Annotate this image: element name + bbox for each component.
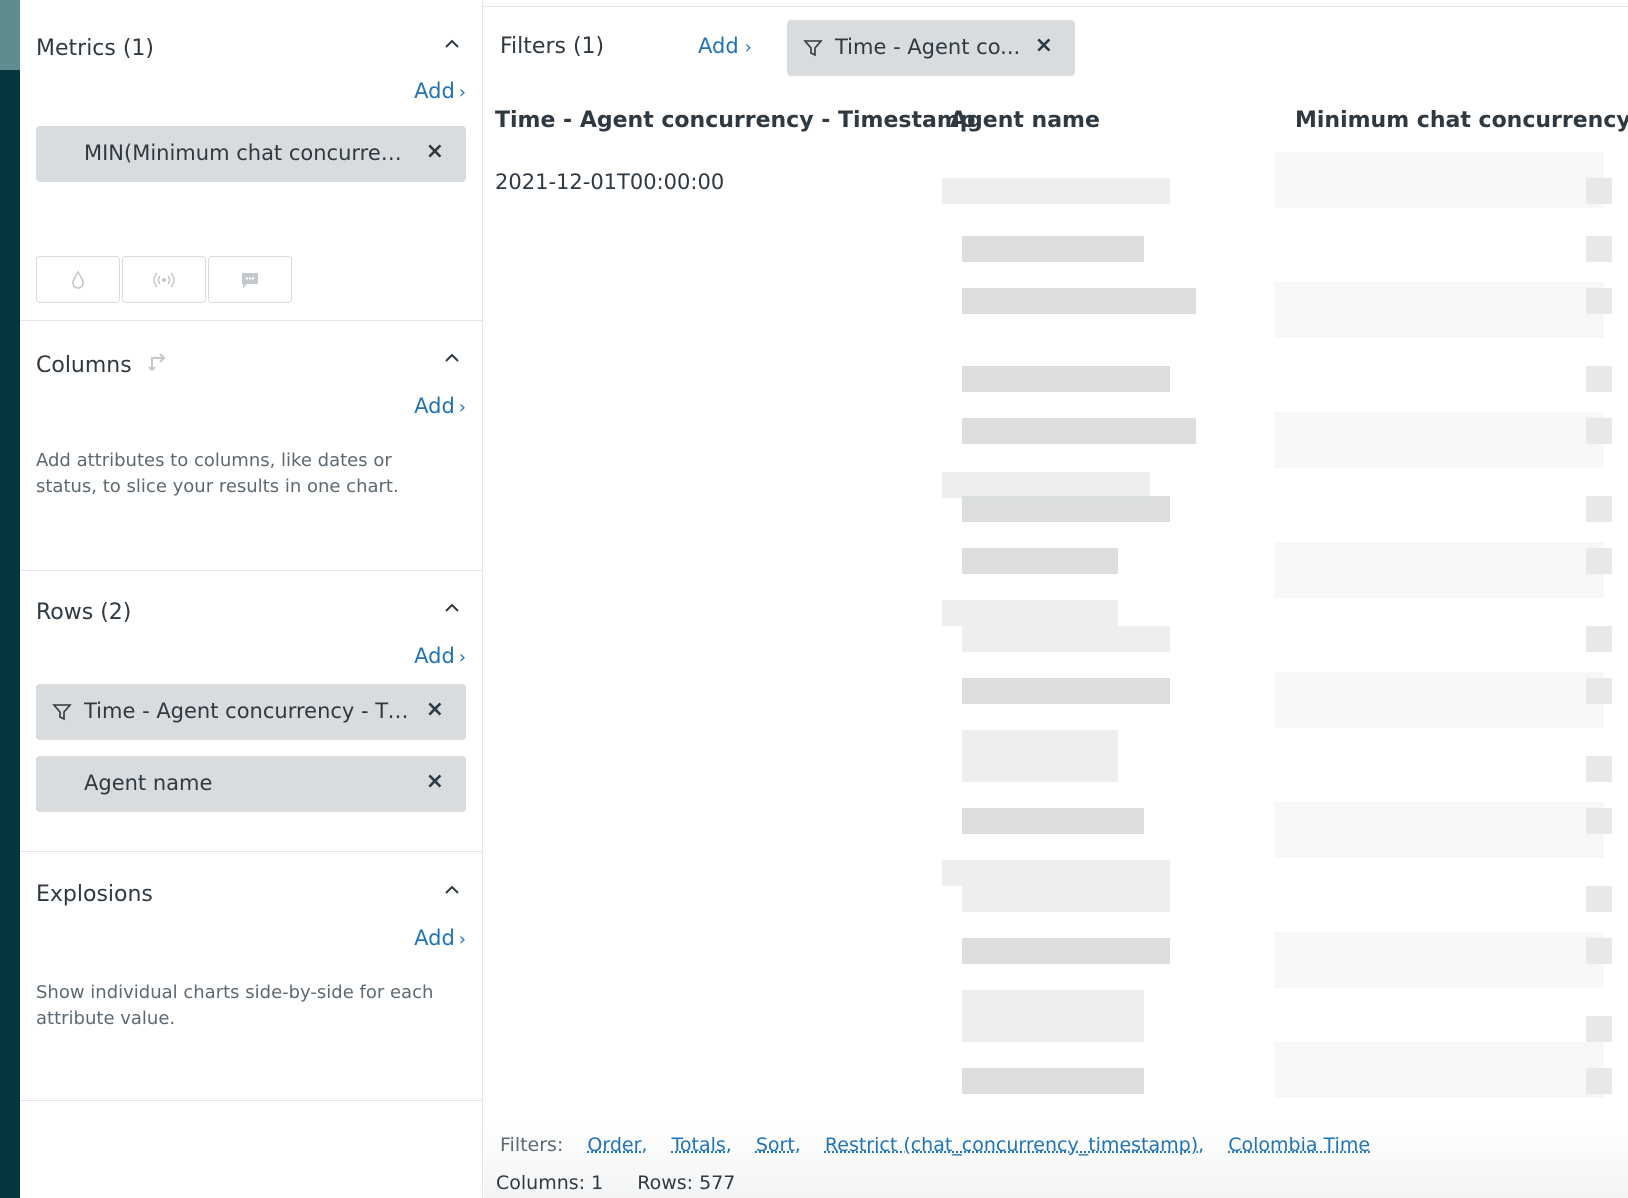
column-header-agent[interactable]: Agent name (950, 108, 1100, 133)
collapse-explosions-icon[interactable] (442, 880, 462, 900)
footer-filter-link[interactable]: Sort, (756, 1134, 801, 1156)
remove-filter-icon[interactable]: × (1035, 33, 1053, 58)
columns-add-link[interactable]: Add › (414, 394, 466, 418)
columns-add-label: Add (414, 394, 455, 418)
footer-filter-link[interactable]: Restrict (chat_concurrency_timestamp), (825, 1134, 1204, 1156)
remove-metric-icon[interactable]: × (426, 139, 444, 164)
config-panel: Metrics (1) Add › MIN(Minimum chat concur… (20, 0, 483, 1198)
divider (20, 1100, 483, 1101)
rows-add-label: Add (414, 644, 455, 668)
rows-title: Rows (2) (36, 600, 132, 625)
columns-title: Columns (36, 350, 171, 378)
remove-row-icon[interactable]: × (426, 769, 444, 794)
app-rail (0, 0, 20, 1198)
row-pill-timestamp[interactable]: Time - Agent concurrency - Timestamp × (36, 684, 466, 740)
metrics-title: Metrics (1) (36, 36, 155, 61)
explosions-add-link[interactable]: Add › (414, 926, 466, 950)
filters-add-link[interactable]: Add › (698, 34, 752, 58)
divider (20, 570, 483, 571)
explosions-title: Explosions (36, 882, 153, 907)
row-timestamp: 2021-12-01T00:00:00 (495, 170, 725, 194)
divider (20, 851, 483, 852)
swap-icon[interactable] (147, 350, 171, 374)
row-pill-label: Agent name (84, 771, 213, 795)
visual-buttons (36, 256, 292, 303)
column-header-timestamp[interactable]: Time - Agent concurrency - Timestamp (495, 108, 976, 133)
drop-icon[interactable] (36, 256, 120, 303)
rows-count: Rows: 577 (637, 1172, 736, 1194)
explosions-add-label: Add (414, 926, 455, 950)
footer-filters: Filters: Order, Totals, Sort, Restrict (… (500, 1134, 1370, 1156)
metric-pill-label: MIN(Minimum chat concurrency) (84, 141, 414, 165)
footer-filter-link[interactable]: Totals, (672, 1134, 732, 1156)
collapse-columns-icon[interactable] (442, 348, 462, 368)
footer-filter-link[interactable]: Order, (587, 1134, 647, 1156)
filter-icon (803, 40, 823, 57)
chat-icon[interactable] (208, 256, 292, 303)
collapse-metrics-icon[interactable] (442, 34, 462, 54)
broadcast-icon[interactable] (122, 256, 206, 303)
metrics-add-link[interactable]: Add › (414, 79, 466, 103)
columns-help-text: Add attributes to columns, like dates or… (36, 450, 399, 497)
footer-filter-link[interactable]: Colombia Time (1228, 1134, 1370, 1156)
explosions-help-text: Show individual charts side-by-side for … (36, 982, 434, 1029)
row-pill-agent[interactable]: Agent name × (36, 756, 466, 812)
columns-title-label: Columns (36, 353, 132, 378)
row-pill-label: Time - Agent concurrency - Timestamp (84, 699, 414, 723)
rail-accent (0, 0, 20, 70)
filter-pill-label: Time - Agent co... (835, 35, 1021, 59)
filter-icon (52, 704, 72, 721)
metric-pill[interactable]: MIN(Minimum chat concurrency) × (36, 126, 466, 182)
filter-pill[interactable]: Time - Agent co... × (787, 20, 1075, 76)
columns-count: Columns: 1 (496, 1172, 604, 1194)
footer-filters-label: Filters: (500, 1134, 564, 1156)
filters-label: Filters (1) (500, 34, 605, 59)
column-header-concurrency[interactable]: Minimum chat concurrency (1295, 108, 1628, 133)
divider (20, 320, 483, 321)
rows-add-link[interactable]: Add › (414, 644, 466, 668)
remove-row-icon[interactable]: × (426, 697, 444, 722)
footer-counts: Columns: 1 Rows: 577 (496, 1172, 763, 1194)
results-footer: Filters: Order, Totals, Sort, Restrict (… (484, 1120, 1628, 1198)
metrics-add-label: Add (414, 79, 455, 103)
filters-add-label: Add (698, 34, 739, 58)
collapse-rows-icon[interactable] (442, 598, 462, 618)
